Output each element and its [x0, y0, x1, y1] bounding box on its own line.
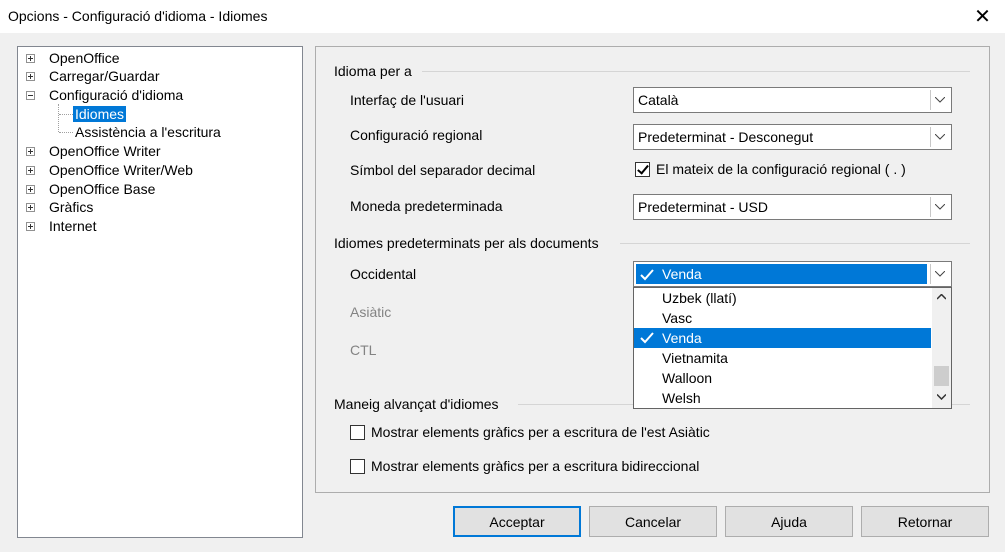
- list-item[interactable]: Walloon: [634, 368, 931, 388]
- decimal-separator-label: Símbol del separador decimal: [350, 162, 536, 178]
- tree-item-languages-label: Idiomes: [73, 106, 127, 122]
- tree-connector: [58, 104, 59, 132]
- chevron-up-icon[interactable]: [937, 294, 946, 300]
- list-item[interactable]: Uzbek (llatí): [634, 288, 931, 308]
- tree-connector: [59, 114, 73, 115]
- western-dropdown-list[interactable]: Uzbek (llatí) Vasc Venda Vietnamita Wall…: [633, 287, 952, 409]
- locale-select[interactable]: Predeterminat - Desconegut: [633, 124, 952, 150]
- section-language-for: Idioma per a: [334, 63, 412, 79]
- chevron-down-icon[interactable]: [930, 197, 949, 217]
- asian-label: Asiàtic: [350, 304, 392, 320]
- window-title: Opcions - Configuració d'idioma - Idiome…: [8, 8, 268, 24]
- options-tree[interactable]: OpenOffice Carregar/Guardar Configuració…: [17, 46, 303, 538]
- tree-item-load-save[interactable]: Carregar/Guardar: [49, 67, 160, 85]
- chevron-down-icon[interactable]: [930, 90, 949, 110]
- reset-button[interactable]: Retornar: [861, 506, 989, 537]
- currency-label: Moneda predeterminada: [350, 198, 503, 214]
- tree-item-openoffice[interactable]: OpenOffice: [49, 49, 120, 67]
- ui-language-label: Interfaç de l'usuari: [350, 92, 464, 108]
- chevron-down-icon[interactable]: [937, 394, 946, 400]
- tree-item-writer[interactable]: OpenOffice Writer: [49, 142, 161, 160]
- cancel-button[interactable]: Cancelar: [589, 506, 717, 537]
- expand-icon[interactable]: [26, 185, 35, 194]
- tree-item-languages[interactable]: Idiomes: [73, 105, 127, 123]
- asian-graphics-label[interactable]: Mostrar elements gràfics per a escritura…: [371, 424, 710, 440]
- list-item[interactable]: Welsh: [634, 388, 931, 408]
- tree-item-writer-web[interactable]: OpenOffice Writer/Web: [49, 161, 193, 179]
- list-item[interactable]: Vietnamita: [634, 348, 931, 368]
- expand-icon[interactable]: [26, 72, 35, 81]
- ok-button[interactable]: Acceptar: [453, 506, 581, 537]
- locale-value: Predeterminat - Desconegut: [638, 129, 814, 145]
- section-default-languages: Idiomes predeterminats per als documents: [334, 235, 599, 251]
- section-divider: [620, 243, 970, 244]
- expand-icon[interactable]: [26, 147, 35, 156]
- collapse-icon[interactable]: [26, 91, 35, 100]
- asian-graphics-checkbox[interactable]: [350, 425, 365, 440]
- currency-select[interactable]: Predeterminat - USD: [633, 194, 952, 220]
- locale-label: Configuració regional: [350, 127, 483, 143]
- ui-language-value: Català: [638, 92, 679, 108]
- title-bar: Opcions - Configuració d'idioma - Idiome…: [0, 0, 1005, 33]
- expand-icon[interactable]: [26, 166, 35, 175]
- tree-item-base[interactable]: OpenOffice Base: [49, 180, 155, 198]
- currency-value: Predeterminat - USD: [638, 199, 768, 215]
- western-label: Occidental: [350, 266, 417, 282]
- check-icon: [640, 269, 654, 281]
- help-button[interactable]: Ajuda: [725, 506, 853, 537]
- western-value: Venda: [636, 264, 927, 284]
- tree-item-internet[interactable]: Internet: [49, 217, 96, 235]
- scrollbar-thumb[interactable]: [934, 366, 949, 386]
- decimal-same-checkbox[interactable]: [635, 162, 650, 177]
- western-select[interactable]: Venda: [633, 261, 952, 287]
- list-item-selected[interactable]: Venda: [634, 328, 931, 348]
- check-icon: [640, 332, 654, 344]
- section-divider: [422, 71, 970, 72]
- tree-item-writing-aids[interactable]: Assistència a l'escritura: [75, 123, 221, 141]
- tree-item-language-settings[interactable]: Configuració d'idioma: [49, 86, 183, 104]
- list-item[interactable]: Vasc: [634, 308, 931, 328]
- tree-connector: [59, 132, 73, 133]
- tree-item-charts[interactable]: Gràfics: [49, 198, 93, 216]
- bidi-graphics-label[interactable]: Mostrar elements gràfics per a escritura…: [371, 458, 699, 474]
- ui-language-select[interactable]: Català: [633, 87, 952, 113]
- dropdown-scrollbar[interactable]: [932, 288, 951, 408]
- ctl-label: CTL: [350, 342, 377, 358]
- expand-icon[interactable]: [26, 203, 35, 212]
- decimal-same-label[interactable]: El mateix de la configuració regional ( …: [656, 161, 906, 177]
- chevron-down-icon[interactable]: [930, 127, 949, 147]
- bidi-graphics-checkbox[interactable]: [350, 459, 365, 474]
- expand-icon[interactable]: [26, 54, 35, 63]
- close-icon[interactable]: ✕: [960, 0, 1005, 33]
- chevron-down-icon[interactable]: [930, 264, 949, 284]
- expand-icon[interactable]: [26, 222, 35, 231]
- section-advanced: Maneig alvançat d'idiomes: [334, 396, 499, 412]
